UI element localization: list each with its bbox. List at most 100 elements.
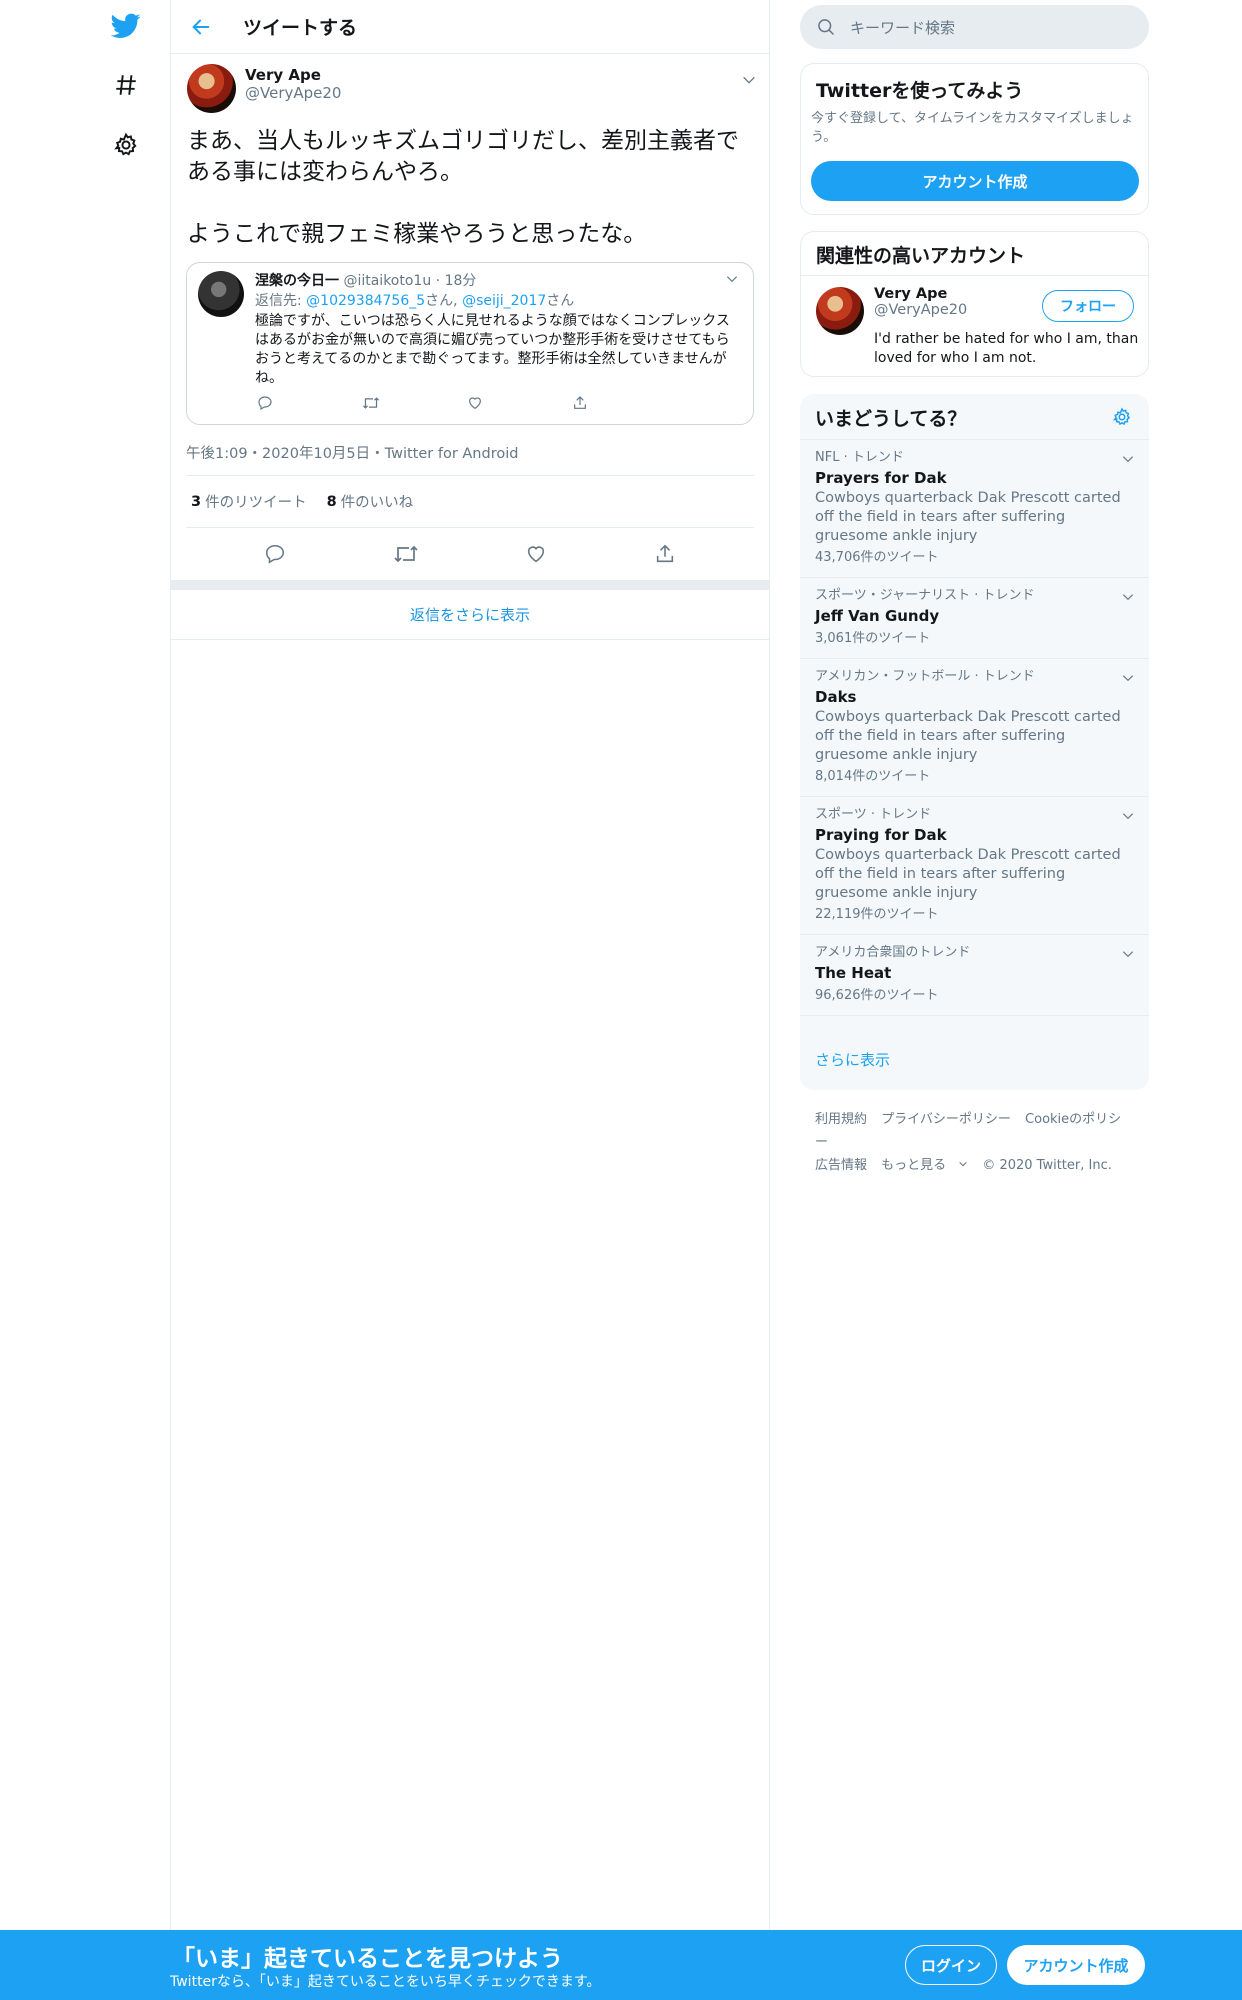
tweet-actions: [171, 528, 769, 580]
reply-icon[interactable]: [264, 543, 286, 565]
show-more-trends-link[interactable]: さらに表示: [815, 1049, 890, 1070]
trend-context: NFL · トレンド: [815, 450, 904, 465]
chevron-down-icon[interactable]: [1121, 671, 1135, 685]
quoted-author-handle[interactable]: @iitaikoto1u: [343, 273, 431, 289]
trends-list: NFL · トレンド Prayers for Dak Cowboys quart…: [800, 439, 1149, 1067]
like-heart-icon[interactable]: [525, 543, 547, 565]
settings-gear-icon[interactable]: [100, 119, 152, 171]
related-accounts-title: 関連性の高いアカウント: [801, 232, 1148, 276]
chevron-down-icon[interactable]: [1121, 947, 1135, 961]
tweet-author-handle[interactable]: @VeryApe20: [245, 84, 341, 102]
create-account-button[interactable]: アカウント作成: [811, 161, 1139, 201]
trend-name: Daks: [815, 688, 857, 706]
trend-context: アメリカ合衆国のトレンド: [815, 945, 971, 960]
trend-item[interactable]: スポーツ · トレンド Praying for Dak Cowboys quar…: [800, 796, 1149, 934]
left-nav: [100, 0, 172, 1930]
related-account-handle[interactable]: @VeryApe20: [874, 302, 967, 318]
retweet-count-label[interactable]: 件のリツイート: [205, 491, 307, 512]
quoted-tweet-text: 極論ですが、こいつは恐らく人に見せれるような顔ではなくコンプレックスはあるがお金…: [255, 313, 730, 386]
back-button[interactable]: [171, 0, 231, 54]
signup-card-title: Twitterを使ってみよう: [816, 80, 1024, 102]
trend-context: アメリカン・フットボール · トレンド: [815, 669, 1035, 684]
reply-suffix: さん,: [425, 293, 463, 309]
footer-links: 利用規約 プライバシーポリシー Cookieのポリシー 広告情報 もっと見る ©…: [815, 1108, 1135, 1177]
chevron-down-icon: [959, 1161, 967, 1167]
reply-icon[interactable]: [247, 393, 352, 413]
trend-tweet-count: 8,014件のツイート: [815, 769, 931, 784]
reply-mention-link[interactable]: @seiji_2017: [462, 293, 546, 309]
chevron-down-icon[interactable]: [741, 72, 757, 88]
reply-prefix: 返信先:: [255, 293, 307, 309]
trend-tweet-count: 3,061件のツイート: [815, 631, 931, 646]
bottom-signup-bar: 「いま」起きていることを見つけよう Twitterなら、「いま」起きていることを…: [0, 1930, 1242, 2000]
trend-item[interactable]: アメリカ合衆国のトレンド The Heat 96,626件のツイート: [800, 934, 1149, 1015]
related-accounts-card: 関連性の高いアカウント Very Ape @VeryApe20 フォロー I'd…: [800, 231, 1149, 377]
trend-description: Cowboys quarterback Dak Prescott carted …: [815, 709, 1121, 763]
related-account-name[interactable]: Very Ape: [874, 286, 967, 302]
footer-more-label: もっと見る: [881, 1158, 947, 1173]
page-title: ツイートする: [243, 17, 358, 39]
chevron-down-icon[interactable]: [1121, 452, 1135, 466]
page-header: ツイートする: [171, 0, 769, 54]
separator-dot: ·: [435, 273, 441, 289]
divider: [171, 580, 769, 590]
tweet-header: Very Ape @VeryApe20: [171, 54, 769, 124]
footer-ads-link[interactable]: 広告情報: [815, 1158, 867, 1173]
reply-to-line: 返信先: @1029384756_5さん, @seiji_2017さん: [255, 290, 574, 310]
footer-privacy-link[interactable]: プライバシーポリシー: [881, 1112, 1011, 1127]
twitter-logo-icon[interactable]: [100, 0, 152, 52]
avatar[interactable]: [187, 64, 236, 113]
search-input[interactable]: キーワード検索: [800, 5, 1149, 49]
trend-name: Praying for Dak: [815, 826, 947, 844]
avatar[interactable]: [198, 271, 244, 317]
main-column: ツイートする Very Ape @VeryApe20 まあ、当人もルッキズムゴリ…: [170, 0, 770, 1930]
trend-description: Cowboys quarterback Dak Prescott carted …: [815, 490, 1121, 544]
reply-mention-link[interactable]: @1029384756_5: [306, 293, 425, 309]
trend-context: スポーツ・ジャーナリスト · トレンド: [815, 588, 1035, 603]
trend-tweet-count: 22,119件のツイート: [815, 907, 939, 922]
trend-tweet-count: 96,626件のツイート: [815, 988, 939, 1003]
trend-item[interactable]: NFL · トレンド Prayers for Dak Cowboys quart…: [800, 439, 1149, 577]
retweet-icon[interactable]: [352, 393, 457, 413]
footer-copyright: © 2020 Twitter, Inc.: [982, 1158, 1112, 1173]
search-icon: [818, 19, 835, 36]
tweet-stats: 3 件のリツイート 8 件のいいね: [186, 476, 754, 528]
share-icon[interactable]: [654, 543, 676, 565]
chevron-down-icon[interactable]: [1121, 809, 1135, 823]
avatar[interactable]: [816, 287, 864, 335]
trend-item[interactable]: スポーツ・ジャーナリスト · トレンド Jeff Van Gundy 3,061…: [800, 577, 1149, 658]
login-button[interactable]: ログイン: [905, 1945, 997, 1985]
quoted-author-name[interactable]: 涅槃の今日一: [255, 273, 339, 289]
share-icon[interactable]: [562, 393, 667, 413]
trends-card: いまどうしてる？ NFL · トレンド Prayers for Dak Cowb…: [800, 394, 1149, 1090]
trend-item[interactable]: アメリカン・フットボール · トレンド Daks Cowboys quarter…: [800, 658, 1149, 796]
retweet-icon[interactable]: [393, 543, 419, 565]
retweet-count[interactable]: 3: [191, 494, 201, 510]
bottom-bar-title: 「いま」起きていることを見つけよう: [172, 1946, 563, 1972]
tweet-text: まあ、当人もルッキズムゴリゴリだし、差別主義者である事には変わらんやろ。 ようこ…: [187, 128, 739, 247]
trends-title: いまどうしてる？: [815, 408, 967, 430]
follow-button[interactable]: フォロー: [1042, 290, 1134, 322]
signup-card: Twitterを使ってみよう 今すぐ登録して、タイムラインをカスタマイズしましょ…: [800, 63, 1149, 215]
trend-description: Cowboys quarterback Dak Prescott carted …: [815, 847, 1121, 901]
footer-more-link[interactable]: もっと見る: [881, 1158, 968, 1173]
show-more-replies-link[interactable]: 返信をさらに表示: [171, 590, 769, 640]
like-heart-icon[interactable]: [457, 393, 562, 413]
quoted-tweet-time: 18分: [444, 273, 477, 289]
quoted-tweet[interactable]: 涅槃の今日一 @iitaikoto1u · 18分 返信先: @10293847…: [186, 262, 754, 425]
tweet-timestamp[interactable]: 午後1:09・2020年10月5日・Twitter for Android: [186, 442, 754, 476]
create-account-button[interactable]: アカウント作成: [1007, 1945, 1145, 1985]
like-count[interactable]: 8: [327, 494, 337, 510]
chevron-down-icon[interactable]: [725, 272, 739, 286]
signup-card-description: 今すぐ登録して、タイムラインをカスタマイズしましょう。: [811, 111, 1134, 145]
trend-name: Jeff Van Gundy: [815, 607, 940, 625]
trend-name: Prayers for Dak: [815, 469, 947, 487]
like-count-label[interactable]: 件のいいね: [341, 491, 414, 512]
trend-context: スポーツ · トレンド: [815, 807, 932, 822]
tweet-author-name[interactable]: Very Ape: [245, 66, 341, 84]
footer-terms-link[interactable]: 利用規約: [815, 1112, 867, 1127]
settings-gear-icon[interactable]: [1112, 407, 1132, 427]
chevron-down-icon[interactable]: [1121, 590, 1135, 604]
back-arrow-icon: [192, 19, 210, 34]
explore-hashtag-icon[interactable]: [100, 59, 152, 111]
